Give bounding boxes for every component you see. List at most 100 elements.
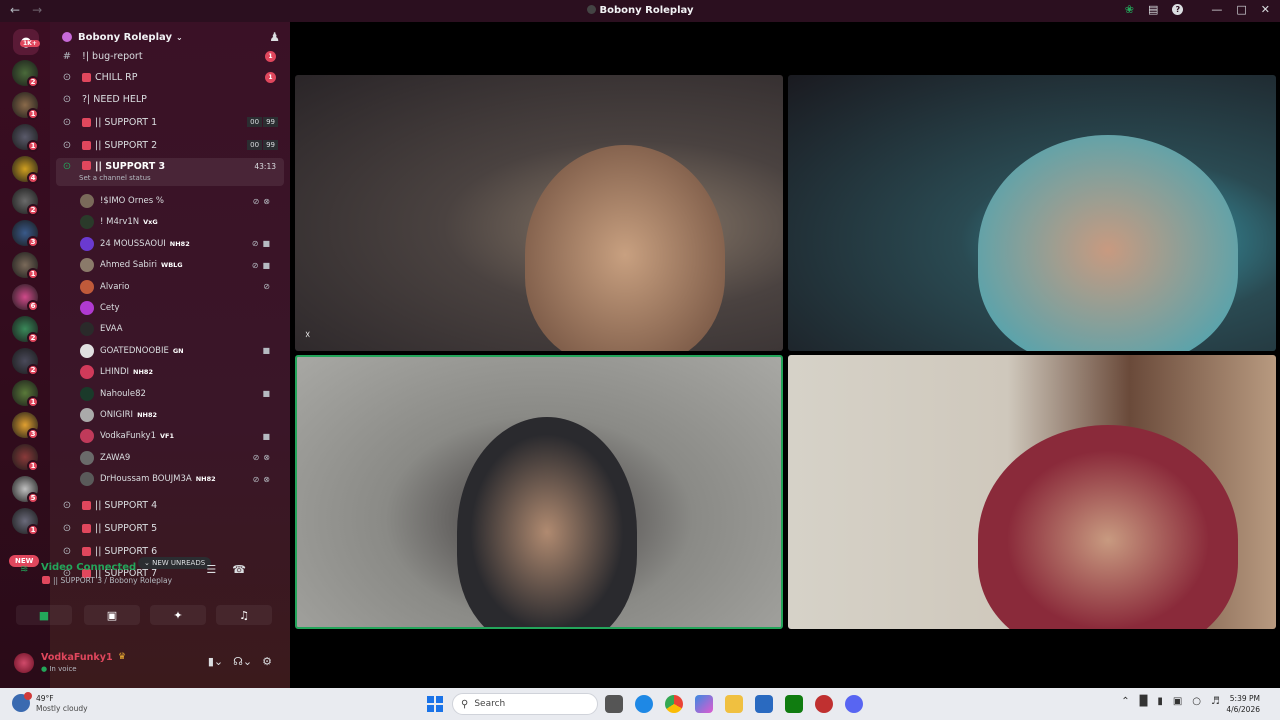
video-camera-icon: ■ xyxy=(262,389,270,399)
server-icon xyxy=(586,5,596,14)
camera-button[interactable]: ■ xyxy=(16,605,72,625)
avatar xyxy=(80,215,94,230)
voice-user[interactable]: ! M4rv1N VxG xyxy=(80,212,280,232)
voice-user[interactable]: 24 MOUSSAOUI NH82 ⊘ ■ xyxy=(80,234,280,254)
volume-icon[interactable]: ♬ xyxy=(1211,696,1220,707)
voice-user[interactable]: GOATEDNOOBIE GN ■ xyxy=(80,341,280,361)
video-tile[interactable] xyxy=(788,75,1276,351)
guild-tag-badge: NH82 xyxy=(137,411,157,419)
chrome-icon[interactable] xyxy=(665,695,683,713)
voice-user-name: Ahmed Sabiri xyxy=(100,260,158,271)
app-icon[interactable] xyxy=(815,695,833,713)
voice-user[interactable]: Nahoule82 ■ xyxy=(80,384,280,404)
help-icon[interactable]: ? xyxy=(1172,4,1184,15)
microphone-tray-icon[interactable]: ▮ xyxy=(1157,696,1163,707)
call-timer: 43:13 xyxy=(254,162,276,171)
tray-chevron-icon[interactable]: ⌃ xyxy=(1121,696,1129,707)
user-panel: VodkaFunky1 ♛ ● In voice ▮⌄ ☊⌄ ⚙ xyxy=(8,646,280,680)
user-count-limit: 99 xyxy=(263,117,278,127)
server-unread-badge: 1 xyxy=(27,108,39,120)
speaker-icon: ⊙ xyxy=(62,522,72,534)
voice-user[interactable]: ONIGIRI NH82 xyxy=(80,405,280,425)
video-tile[interactable] xyxy=(788,355,1276,629)
headphones-icon[interactable]: ☊⌄ xyxy=(233,655,252,668)
microphone-icon[interactable]: ▮⌄ xyxy=(208,655,223,668)
guild-tag-badge: WBLG xyxy=(161,261,183,270)
xbox-icon[interactable] xyxy=(785,695,803,713)
soundboard-button[interactable]: ♫ xyxy=(216,605,272,625)
close-icon[interactable]: ✕ xyxy=(1261,3,1270,16)
folder-icon[interactable] xyxy=(725,695,743,713)
voice-channel-path[interactable]: || SUPPORT 3 / Bobony Roleplay xyxy=(42,576,172,585)
user-count-limit: 99 xyxy=(263,140,278,150)
active-voice-channel[interactable]: ⊙ || SUPPORT 3 43:13 Set a channel status xyxy=(56,158,284,186)
avatar xyxy=(80,472,94,487)
store-icon[interactable] xyxy=(755,695,773,713)
video-tile[interactable]: ☓ xyxy=(295,75,783,351)
mic-muted-icon: ⊘ xyxy=(252,453,260,463)
voice-channel[interactable]: ⊙ CHILL RP 1 xyxy=(56,67,284,87)
voice-state-icons: ■ xyxy=(262,389,270,398)
voice-user[interactable]: Ahmed Sabiri WBLG ⊘ ■ xyxy=(80,255,280,275)
voice-channel[interactable]: ⊙ || SUPPORT 5 xyxy=(56,518,284,538)
noise-suppression-icon[interactable]: ☰ xyxy=(206,563,216,576)
channel-name: | NEED HELP xyxy=(87,93,147,105)
speaker-icon: ⊙ xyxy=(62,139,72,151)
server-unread-badge: 5 xyxy=(27,492,39,504)
disconnect-icon[interactable]: ☎ xyxy=(232,563,246,576)
server-unread-badge: 1 xyxy=(27,396,39,408)
leaf-icon[interactable]: ❀ xyxy=(1125,3,1134,16)
voice-channel[interactable]: #! | bug-report 1 xyxy=(56,46,284,66)
wifi-icon[interactable]: ○ xyxy=(1192,696,1201,707)
window-title: Bobony Roleplay xyxy=(0,5,1280,16)
voice-user[interactable]: !$IMO Ornes % ⊘ ⊗ xyxy=(80,191,280,211)
deafened-icon: ⊗ xyxy=(263,196,270,206)
avatar xyxy=(80,194,94,208)
voice-user[interactable]: VodkaFunky1 VF1 ■ xyxy=(80,426,280,446)
edge-icon[interactable] xyxy=(635,695,653,713)
network-icon[interactable]: █ xyxy=(1140,696,1148,707)
voice-user[interactable]: EVAA xyxy=(80,319,280,339)
minimize-icon[interactable]: — xyxy=(1211,3,1222,16)
screen-share-button[interactable]: ▣ xyxy=(84,605,140,625)
system-clock[interactable]: 5:39 PM 4/6/2026 xyxy=(1226,693,1260,715)
voice-channel[interactable]: ⊙ || SUPPORT 2 00 99 xyxy=(56,135,284,155)
discord-icon[interactable] xyxy=(845,695,863,713)
avatar[interactable] xyxy=(14,653,34,673)
mic-muted-icon: ⊘ xyxy=(252,474,260,484)
username[interactable]: VodkaFunky1 xyxy=(41,652,113,663)
voice-user[interactable]: Cety xyxy=(80,298,280,318)
voice-user[interactable]: LHINDI NH82 xyxy=(80,362,280,382)
video-tile-speaking[interactable] xyxy=(295,355,783,629)
copilot-icon[interactable] xyxy=(695,695,713,713)
maximize-icon[interactable]: □ xyxy=(1236,3,1246,16)
server-unread-badge: 1 xyxy=(27,460,39,472)
taskbar-search[interactable]: ⚲ Search xyxy=(452,693,598,715)
chevron-down-icon: ⌄ xyxy=(175,32,183,42)
voice-channel[interactable]: ⊙ || SUPPORT 4 xyxy=(56,495,284,515)
voice-channel[interactable]: ⊙? | NEED HELP xyxy=(56,89,284,109)
activities-button[interactable]: ✦ xyxy=(150,605,206,625)
guild-tag-badge: GN xyxy=(172,346,184,355)
server-unread-badge: 1 xyxy=(27,140,39,152)
voice-user[interactable]: ZAWA9 ⊘ ⊗ xyxy=(80,448,280,468)
voice-user[interactable]: Alvario ⊘ xyxy=(80,277,280,297)
avatar xyxy=(80,322,94,337)
channel-name: CHILL RP xyxy=(95,71,138,83)
voice-user[interactable]: DrHoussam BOUJM3A NH82 ⊘ ⊗ xyxy=(80,469,280,489)
add-member-icon[interactable]: ♟ xyxy=(269,30,280,44)
speaker-icon: ⊙ xyxy=(62,116,72,128)
voice-user-name: Alvario xyxy=(100,281,130,292)
signal-icon[interactable]: ≋ xyxy=(20,564,28,575)
settings-gear-icon[interactable]: ⚙ xyxy=(262,655,272,668)
voice-state-icons: ⊘ ■ xyxy=(252,261,270,270)
voice-channel[interactable]: ⊙ || SUPPORT 1 00 99 xyxy=(56,112,284,132)
channel-status[interactable]: Set a channel status xyxy=(79,174,151,182)
file-explorer-icon[interactable] xyxy=(605,695,623,713)
windows-start-icon[interactable] xyxy=(427,696,443,712)
display-icon[interactable]: ▣ xyxy=(1173,696,1182,707)
avatar xyxy=(80,450,94,465)
inbox-icon[interactable]: ▤ xyxy=(1148,3,1158,16)
channel-name: || SUPPORT 3 xyxy=(95,161,166,172)
weather-temp: 49°F xyxy=(36,694,54,703)
